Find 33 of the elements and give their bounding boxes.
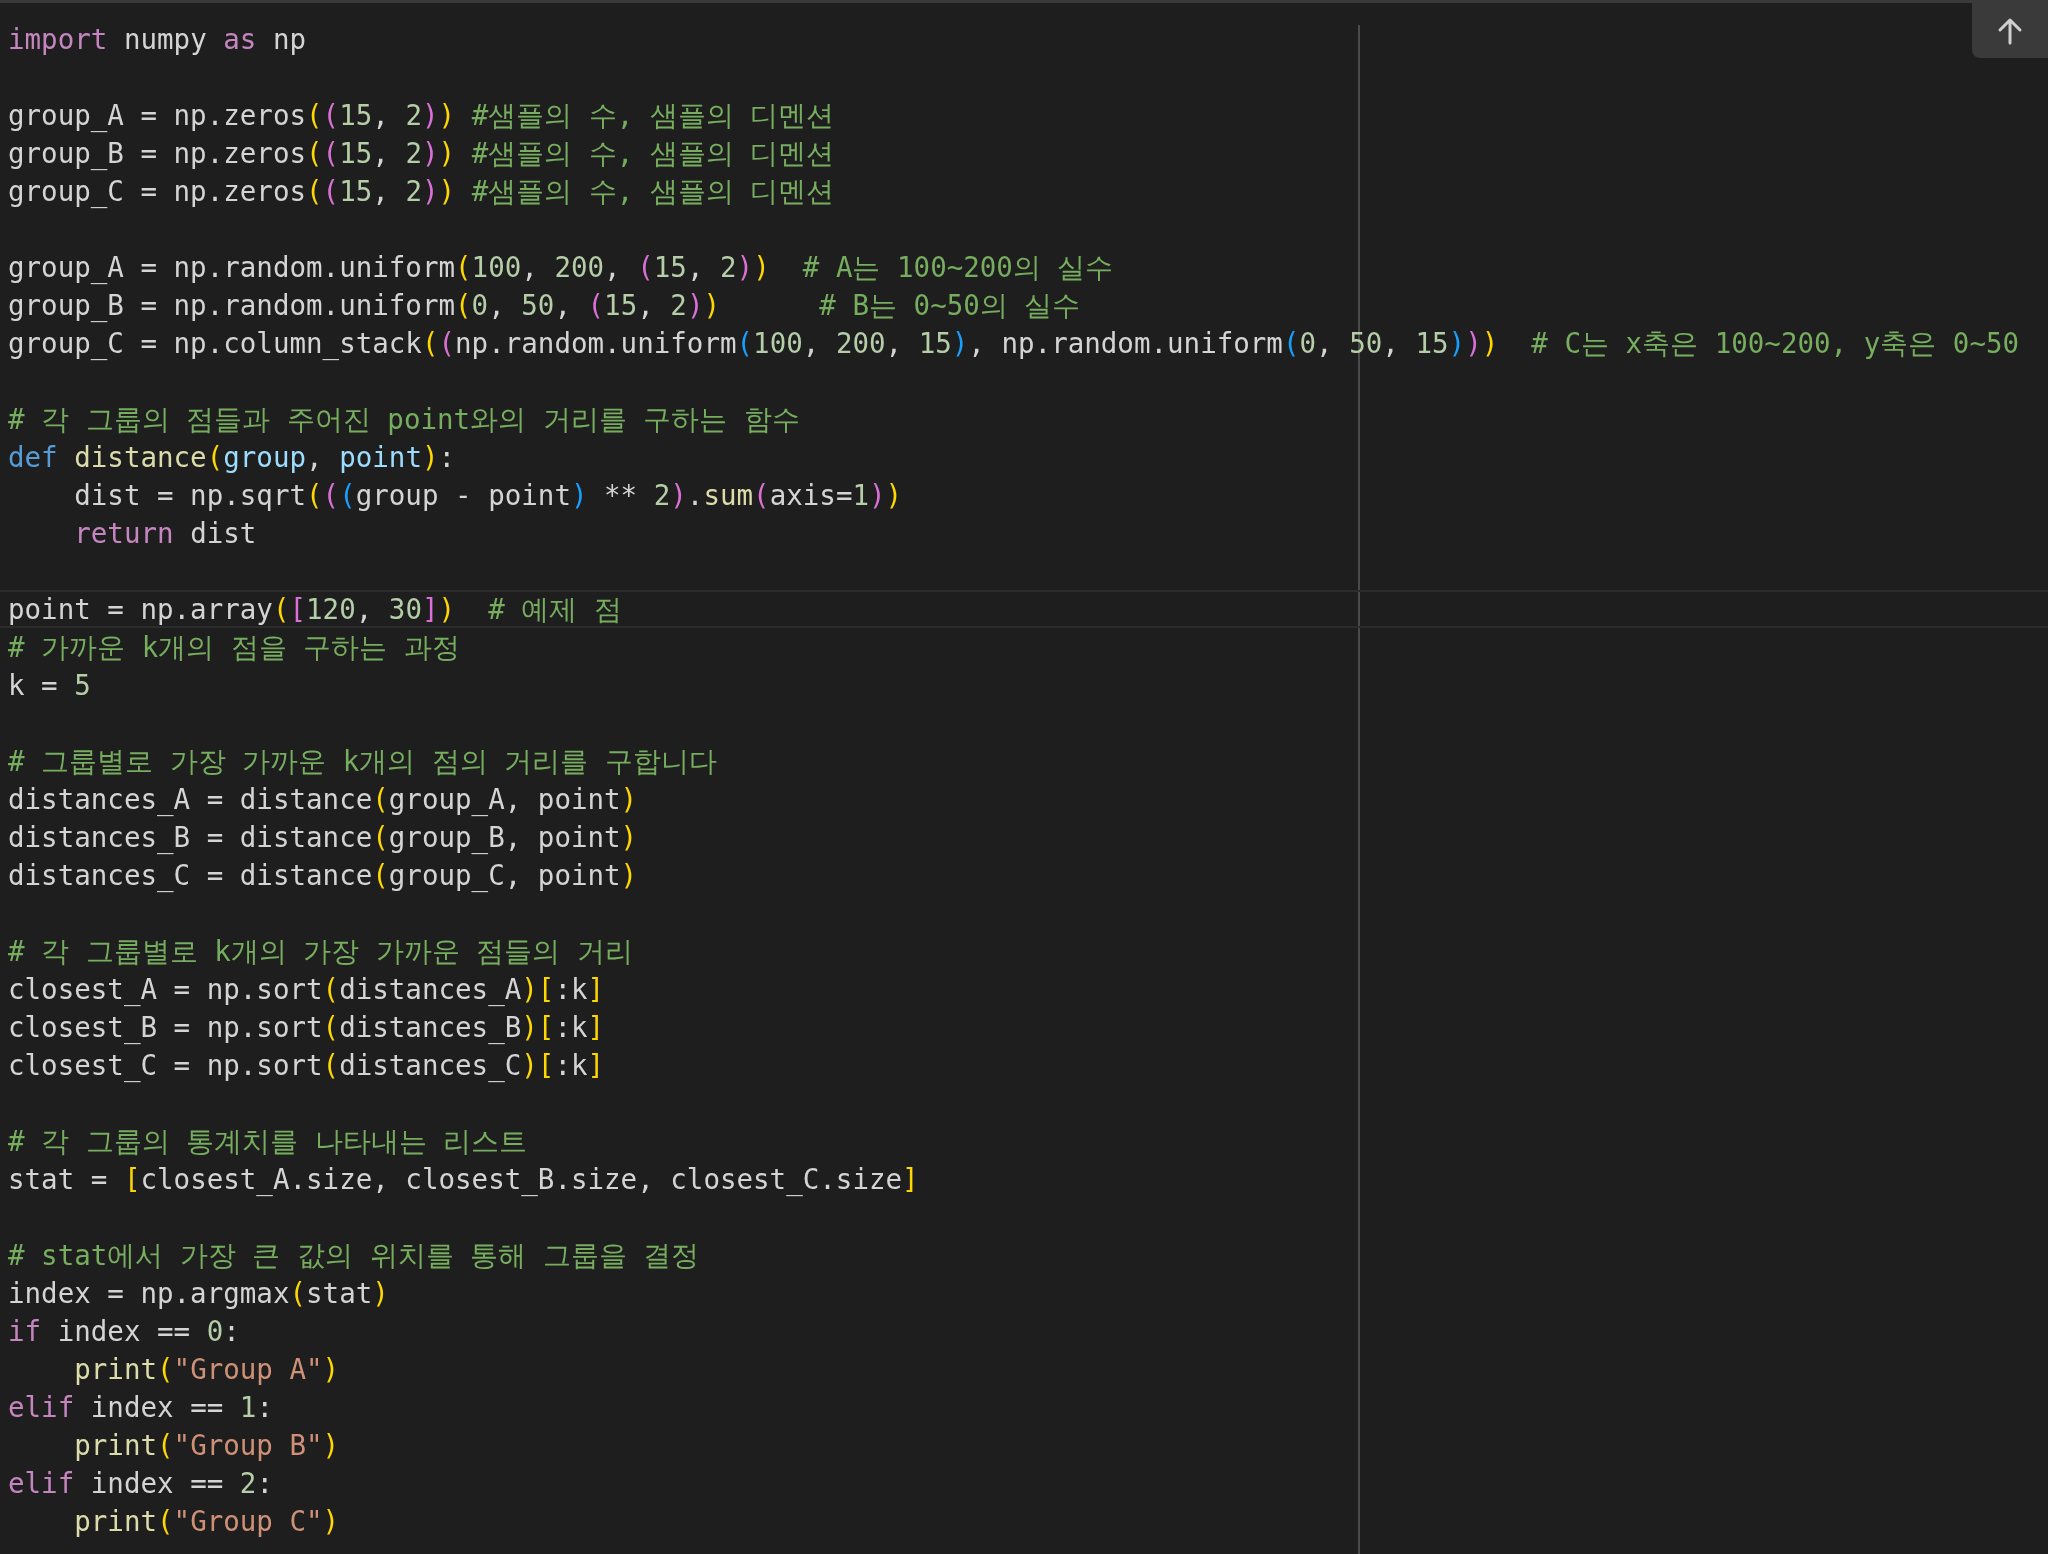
- code-line: # 각 그룹의 점들과 주어진 point와의 거리를 구하는 함수: [8, 402, 800, 436]
- code-line: print("Group A"): [73, 1352, 340, 1386]
- code-line: elif index == 2:: [8, 1466, 273, 1500]
- scroll-to-top-button[interactable]: [1972, 3, 2048, 58]
- code-line: group_A = np.random.uniform(100, 200, (15, 2)) # A는 100~200의 실수: [8, 250, 1114, 284]
- code-line: group_B = np.random.uniform(0, 50, (15, 2)) # B는 0~50의 실수: [8, 288, 1081, 322]
- code-line: group_C = np.column_stack((np.random.uniform(100, 200, 15), np.random.uniform(0, 50, 15))) # C는 x축은 100~200, y축은 0~50: [8, 326, 2020, 360]
- code-line: # 그룹별로 가장 가까운 k개의 점의 거리를 구합니다: [8, 744, 717, 778]
- code-line: # stat에서 가장 큰 값의 위치를 통해 그룹을 결정: [8, 1238, 700, 1272]
- code-line: group_A = np.zeros((15, 2)) #샘플의 수, 샘플의 디멘션: [8, 98, 835, 132]
- code-line: distances_A = distance(group_A, point): [8, 782, 638, 816]
- code-line: closest_C = np.sort(distances_C)[:k]: [8, 1048, 605, 1082]
- code-line: print("Group B"): [73, 1428, 340, 1462]
- code-line: def distance(group, point):: [8, 440, 456, 474]
- code-line: import numpy as np: [8, 22, 307, 56]
- code-line: # 각 그룹의 통계치를 나타내는 리스트: [8, 1124, 528, 1158]
- code-line: dist = np.sqrt(((group - point) ** 2).sum(axis=1)): [73, 478, 903, 512]
- code-line: if index == 0:: [8, 1314, 240, 1348]
- code-line: return dist: [73, 516, 257, 550]
- code-line: stat = [closest_A.size, closest_B.size, closest_C.size]: [8, 1162, 919, 1196]
- code-line: distances_C = distance(group_C, point): [8, 858, 638, 892]
- code-line: distances_B = distance(group_B, point): [8, 820, 638, 854]
- code-line: # 가까운 k개의 점을 구하는 과정: [8, 630, 460, 664]
- code-line: closest_A = np.sort(distances_A)[:k]: [8, 972, 605, 1006]
- code-line: group_B = np.zeros((15, 2)) #샘플의 수, 샘플의 디멘션: [8, 136, 835, 170]
- code-line: k = 5: [8, 668, 91, 702]
- code-line: point = np.array([120, 30]) # 예제 점: [8, 592, 622, 626]
- code-line: closest_B = np.sort(distances_B)[:k]: [8, 1010, 605, 1044]
- code-line: index = np.argmax(stat): [8, 1276, 389, 1310]
- code-line: print("Group C"): [73, 1504, 340, 1538]
- code-line: group_C = np.zeros((15, 2)) #샘플의 수, 샘플의 디멘션: [8, 174, 835, 208]
- code-line: elif index == 1:: [8, 1390, 273, 1424]
- code-line: # 각 그룹별로 k개의 가장 가까운 점들의 거리: [8, 934, 633, 968]
